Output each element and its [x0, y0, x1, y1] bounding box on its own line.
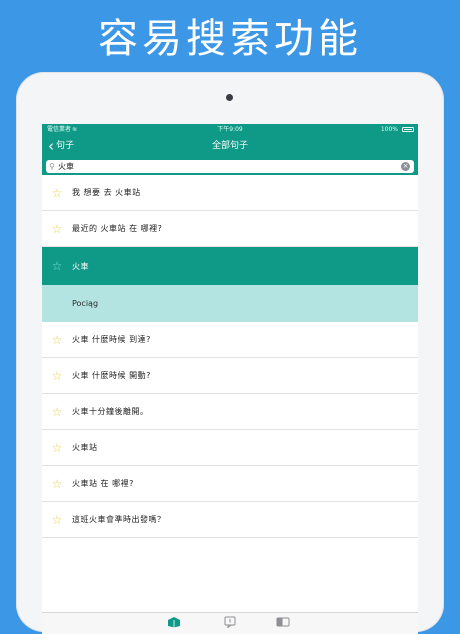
search-icon: ⚲: [49, 162, 55, 171]
tab-bar: [42, 612, 418, 634]
star-outline-icon[interactable]: ☆: [42, 477, 72, 491]
sentence-text: 火車站 在 哪裡?: [72, 479, 134, 488]
sentence-text: 最近的 火車站 在 哪裡?: [72, 224, 163, 233]
list-item[interactable]: ☆ 火車站: [42, 430, 418, 466]
list-item[interactable]: ☆ 火車 什麼時候 開動?: [42, 358, 418, 394]
list-item[interactable]: ☆ 最近的 火車站 在 哪裡?: [42, 211, 418, 247]
tab-settings-icon[interactable]: [275, 616, 291, 628]
list-item[interactable]: ☆ 火車站 在 哪裡?: [42, 466, 418, 502]
star-outline-icon[interactable]: ☆: [42, 222, 72, 236]
camera-dot: [226, 94, 233, 101]
chevron-left-icon: ‹: [48, 137, 54, 155]
list-item[interactable]: ☆ 我 想要 去 火車站: [42, 175, 418, 211]
clock: 下午9:09: [217, 126, 243, 133]
tab-phrasebook-icon[interactable]: [166, 616, 182, 628]
sentence-list: ☆ 我 想要 去 火車站 ☆ 最近的 火車站 在 哪裡? ☆ 火車 Pociąg…: [42, 175, 418, 538]
sentence-text: 這班火車會準時出發嗎？: [72, 515, 166, 524]
search-field[interactable]: ⚲ ×: [46, 160, 414, 173]
list-item[interactable]: ☆ 火車 什麼時候 到達?: [42, 322, 418, 358]
star-outline-icon[interactable]: ☆: [42, 405, 72, 419]
list-item[interactable]: ☆ 火車十分鐘後離開。: [42, 394, 418, 430]
search-input[interactable]: [58, 162, 388, 171]
sentence-text: 火車 什麼時候 到達?: [72, 335, 151, 344]
tab-quiz-icon[interactable]: [222, 616, 238, 628]
star-outline-icon[interactable]: ☆: [42, 441, 72, 455]
status-bar: 電信業者 ≋ 下午9:09 100%: [42, 124, 418, 135]
nav-bar: ‹ 句子 全部句子: [42, 135, 418, 158]
sentence-text: 火車站: [72, 443, 98, 452]
battery-icon: [402, 127, 414, 132]
star-outline-icon[interactable]: ☆: [42, 369, 72, 383]
sentence-text: 火車十分鐘後離開。: [72, 407, 149, 416]
star-outline-icon[interactable]: ☆: [42, 186, 72, 200]
app-screen: 電信業者 ≋ 下午9:09 100% ‹ 句子 全部句子 ⚲ × ☆ 我 想要 …: [42, 124, 418, 634]
sentence-text: 火車 什麼時候 開動?: [72, 371, 151, 380]
list-item-selected[interactable]: ☆ 火車: [42, 247, 418, 285]
star-outline-icon[interactable]: ☆: [42, 333, 72, 347]
sentence-text: 我 想要 去 火車站: [72, 188, 141, 197]
back-label: 句子: [56, 141, 75, 151]
clear-icon[interactable]: ×: [401, 162, 410, 171]
headline: 容易搜索功能: [98, 16, 362, 62]
sentence-text: 火車: [72, 261, 89, 271]
back-button[interactable]: ‹ 句子: [48, 135, 74, 158]
star-outline-icon[interactable]: ☆: [42, 259, 72, 273]
battery-percent: 100%: [380, 126, 398, 133]
translation-panel[interactable]: Pociąg: [42, 285, 418, 322]
star-outline-icon[interactable]: ☆: [42, 513, 72, 527]
search-bar: ⚲ ×: [42, 158, 418, 175]
list-item[interactable]: ☆ 這班火車會準時出發嗎？: [42, 502, 418, 538]
translation-text: Pociąg: [72, 299, 99, 308]
tablet-frame: 電信業者 ≋ 下午9:09 100% ‹ 句子 全部句子 ⚲ × ☆ 我 想要 …: [16, 72, 444, 634]
page-title: 全部句子: [211, 141, 248, 151]
